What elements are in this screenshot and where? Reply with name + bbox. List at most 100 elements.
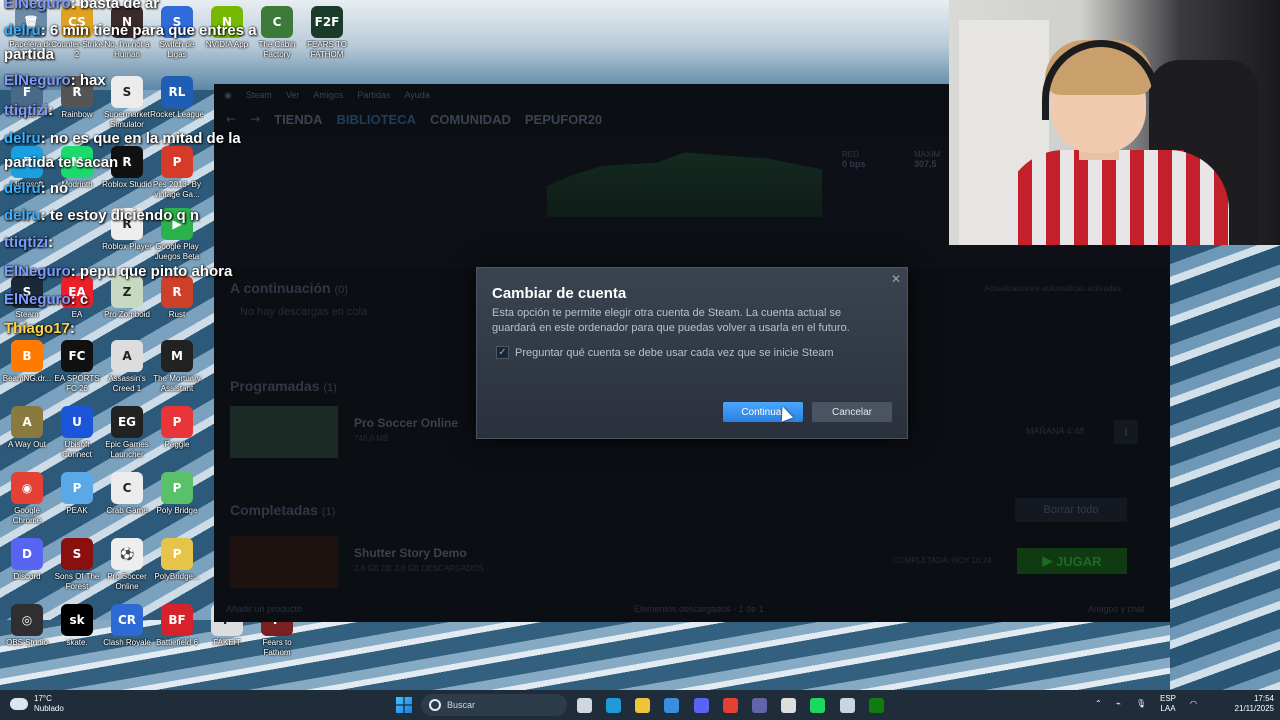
app-icon: FC [61, 340, 93, 372]
chat-text: : te estoy diciendo q n [40, 207, 200, 224]
desktop-icon[interactable]: sk skate. [50, 604, 104, 658]
friends-chat-button[interactable]: Amigos y chat [1088, 604, 1145, 614]
tab-store[interactable]: TIENDA [274, 112, 322, 127]
start-button-icon[interactable] [396, 697, 412, 713]
chat-text: : hax [70, 72, 106, 89]
clock[interactable]: 17:54 21/11/2025 [1228, 694, 1274, 714]
menu-view[interactable]: Ver [286, 90, 300, 100]
desktop-icon[interactable]: ◉ Google Chrome [0, 472, 54, 526]
desktop-icon[interactable]: D Discord [0, 538, 54, 592]
edge-icon[interactable] [606, 698, 621, 713]
completed-row[interactable]: Shutter Story Demo 2,8 GB DE 2,8 GB DESC… [230, 536, 1140, 588]
desktop-icon[interactable]: FC EA SPORTS FC 26 [50, 340, 104, 394]
chat-text: : [48, 102, 54, 119]
desktop-icon-label: PolyBridge... [154, 572, 200, 581]
desktop-icon[interactable]: RL Rocket League [150, 76, 204, 130]
menu-friends[interactable]: Amigos [313, 90, 343, 100]
desktop-icon[interactable]: P PEAK [50, 472, 104, 526]
microphone-icon[interactable]: 🎙 [1136, 699, 1146, 709]
desktop-icon-label: Discord [13, 572, 41, 581]
desktop-icon[interactable]: BF Battlefield 6 [150, 604, 204, 658]
desktop-icon[interactable]: Z Pro Zomboid [100, 276, 154, 330]
weather-temp: 17°C [34, 694, 52, 703]
file-explorer-icon[interactable] [635, 698, 650, 713]
app-icon: RL [161, 76, 193, 108]
desktop-icon[interactable]: ⚽ Pro Soccer Online [100, 538, 154, 592]
desktop-icon-label: Ubisoft Connect [62, 440, 92, 459]
lang-code: ESP [1160, 694, 1177, 703]
github-icon[interactable] [781, 698, 796, 713]
desktop-icon-label: Pro Zomboid [104, 310, 150, 319]
menu-help[interactable]: Ayuda [404, 90, 429, 100]
desktop-icon-label: A Way Out [8, 440, 46, 449]
discord-icon[interactable] [694, 698, 709, 713]
tab-profile[interactable]: PEPUFOR20 [525, 112, 602, 127]
desktop-icon[interactable]: U Ubisoft Connect [50, 406, 104, 460]
spotify-icon[interactable] [810, 698, 825, 713]
checkmark-icon[interactable]: ✓ [496, 346, 509, 359]
task-view-icon[interactable] [577, 698, 592, 713]
auto-updates-link[interactable]: Actualizaciones automáticas activadas [984, 284, 1121, 293]
desktop-icon[interactable]: P Peggle [150, 406, 204, 460]
steam-icon[interactable] [840, 698, 855, 713]
close-icon[interactable]: ✕ [891, 272, 901, 286]
switch-account-dialog: ✕ Cambiar de cuenta Esta opción te permi… [476, 267, 908, 439]
desktop-icon[interactable]: EG Epic Games Launcher [100, 406, 154, 460]
chat-username: ttiqtizi [4, 234, 49, 251]
downloads-status[interactable]: Elementos descargados - 1 de 1 [634, 604, 764, 614]
desktop-icon[interactable]: S Supermarket Simulator [100, 76, 154, 130]
desktop-icon[interactable]: P PolyBridge... [150, 538, 204, 592]
desktop-icon[interactable]: A Assassin's Creed 1 [100, 340, 154, 394]
desktop-icon[interactable]: CR Clash Royale [100, 604, 154, 658]
desktop-icon-label: Pes 2013- By vintage Ga... [152, 180, 202, 199]
desktop-icon[interactable]: B BeamNG.dr... [0, 340, 54, 394]
chat-message: ElNeguro: c [4, 291, 88, 308]
forward-arrow-icon[interactable]: → [250, 112, 260, 126]
play-button[interactable]: ▶ JUGAR [1017, 548, 1127, 574]
chrome-icon[interactable] [723, 698, 738, 713]
cloud-icon [10, 698, 28, 710]
desktop-icon-label: Poly Bridge [156, 506, 198, 515]
desktop-icon[interactable]: ◎ OBS Studio [0, 604, 54, 658]
back-arrow-icon[interactable]: ← [226, 112, 236, 126]
desktop-icon[interactable]: C The Cabin Factory [250, 6, 304, 60]
app-icon: EG [111, 406, 143, 438]
network-icon[interactable]: ⌁ [1116, 699, 1121, 709]
tab-library[interactable]: BIBLIOTECA [337, 112, 416, 127]
cancel-button[interactable]: Cancelar [812, 402, 892, 422]
dialog-title: Cambiar de cuenta [492, 285, 627, 302]
desktop-icon[interactable]: C Crab Game [100, 472, 154, 526]
desktop-icon-label: The Mortuary Assistant [153, 374, 201, 393]
play-icon: ▶ [1042, 553, 1057, 568]
menu-steam[interactable]: Steam [246, 90, 272, 100]
chat-username: delru [4, 22, 41, 39]
menu-games[interactable]: Partidas [357, 90, 390, 100]
download-icon[interactable]: ⭳ [1114, 420, 1138, 444]
store-icon[interactable] [664, 698, 679, 713]
ask-account-checkbox[interactable]: ✓ Preguntar qué cuenta se debe usar cada… [496, 346, 834, 359]
desktop-icon[interactable]: F2F FEARS TO FATHOM [300, 6, 354, 60]
desktop-icon[interactable]: P Pes 2013- By vintage Ga... [150, 146, 204, 200]
tab-community[interactable]: COMUNIDAD [430, 112, 511, 127]
chat-text: : [69, 320, 75, 337]
chat-text: : no es que en la mitad de la [40, 130, 241, 147]
weather-widget[interactable]: 17°C Nublado [10, 694, 64, 714]
desktop-icon[interactable]: P Poly Bridge [150, 472, 204, 526]
search-box[interactable]: Buscar [421, 694, 567, 716]
desktop-icon[interactable]: M The Mortuary Assistant [150, 340, 204, 394]
desktop-icon[interactable]: A A Way Out [0, 406, 54, 460]
language-indicator[interactable]: ESP LAA [1160, 694, 1176, 714]
chat-username: delru [4, 180, 41, 197]
desktop-icon-label: Battlefield 6 [156, 638, 198, 647]
xbox-icon[interactable] [869, 698, 884, 713]
desktop-icon[interactable]: R Rust [150, 276, 204, 330]
clear-all-button[interactable]: Borrar todo [1015, 498, 1127, 522]
wifi-icon[interactable]: ◠ [1190, 699, 1197, 709]
steam-footer: Añadir un producto Elementos descargados… [214, 596, 1170, 622]
add-product-button[interactable]: Añadir un producto [226, 604, 302, 614]
teams-icon[interactable] [752, 698, 767, 713]
chat-message: partida [4, 46, 54, 63]
tray-chevron-icon[interactable]: ⌃ [1095, 699, 1102, 709]
desktop-icon[interactable]: S Sons Of The Forest [50, 538, 104, 592]
desktop-icon-label: OBS Studio [6, 638, 48, 647]
